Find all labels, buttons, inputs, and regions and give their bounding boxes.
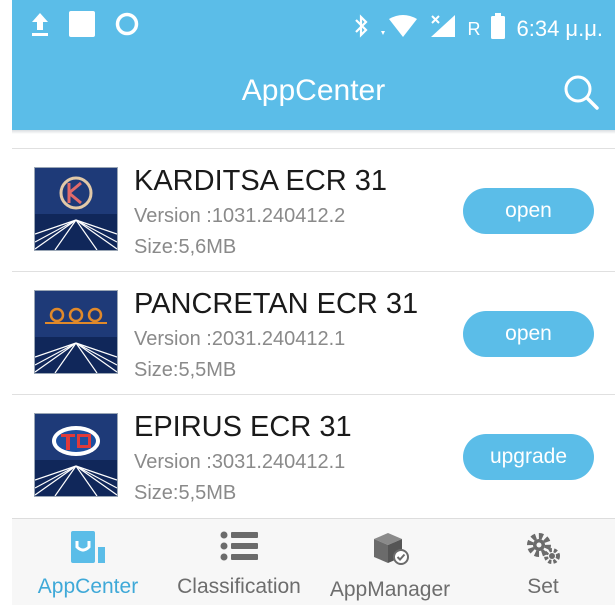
battery-icon <box>490 12 506 46</box>
upgrade-button[interactable]: upgrade <box>463 434 594 480</box>
app-version: Version :2031.240412.1 <box>134 328 346 350</box>
epirus-app-icon <box>34 413 118 497</box>
status-left-icons <box>30 10 140 43</box>
nav-set[interactable]: Set <box>488 519 598 605</box>
nav-appmanager[interactable]: AppManager <box>326 519 454 605</box>
app-name: KARDITSA ECR 31 <box>134 165 388 197</box>
search-icon <box>564 75 599 110</box>
list-item[interactable]: EPIRUS ECR 31 Version :3031.240412.1 Siz… <box>12 394 615 515</box>
app-size: Size:5,6MB <box>134 236 237 258</box>
square-icon <box>68 10 96 43</box>
appcenter-icon <box>71 531 105 568</box>
search-button[interactable] <box>559 70 603 114</box>
signal-icon <box>429 13 457 45</box>
sync-circle-icon <box>114 11 140 42</box>
open-button[interactable]: open <box>463 188 594 234</box>
status-right-icons: R 6:34 μ.μ. <box>353 12 603 46</box>
network-letter: R <box>467 18 481 39</box>
nav-label: Classification <box>177 575 301 598</box>
app-version: Version :1031.240412.2 <box>134 205 346 227</box>
page-title: AppCenter <box>241 74 386 107</box>
list-item[interactable]: KARDITSA ECR 31 Version :1031.240412.2 S… <box>12 148 615 271</box>
status-bar: R 6:34 μ.μ. <box>12 0 615 58</box>
pancretan-app-icon <box>34 290 118 374</box>
app-name: EPIRUS ECR 31 <box>134 411 352 443</box>
list-item[interactable]: PANCRETAN ECR 31 Version :2031.240412.1 … <box>12 271 615 394</box>
nav-classification[interactable]: Classification <box>172 519 306 605</box>
list-icon <box>220 531 258 566</box>
upload-icon <box>30 11 50 42</box>
bluetooth-icon <box>353 13 369 45</box>
wifi-icon <box>379 13 419 45</box>
header-shadow <box>12 130 615 134</box>
app-name: PANCRETAN ECR 31 <box>134 288 419 320</box>
nav-appcenter[interactable]: AppCenter <box>32 519 144 605</box>
nav-label: Set <box>527 575 559 598</box>
box-icon <box>370 531 410 570</box>
gear-icon <box>525 531 561 570</box>
app-list: KARDITSA ECR 31 Version :1031.240412.2 S… <box>12 148 615 515</box>
app-frame: R 6:34 μ.μ. AppCenter KARDITSA ECR 31 Ve… <box>12 0 615 605</box>
app-size: Size:5,5MB <box>134 359 237 381</box>
open-button[interactable]: open <box>463 311 594 357</box>
title-bar: AppCenter <box>12 58 615 130</box>
nav-label: AppManager <box>329 578 451 601</box>
status-time: 6:34 μ.μ. <box>516 16 603 41</box>
app-version: Version :3031.240412.1 <box>134 451 346 473</box>
app-size: Size:5,5MB <box>134 482 237 504</box>
nav-label: AppCenter <box>37 575 139 598</box>
bottom-nav: AppCenter Classification AppManager Set <box>12 518 615 605</box>
karditsa-app-icon <box>34 167 118 251</box>
